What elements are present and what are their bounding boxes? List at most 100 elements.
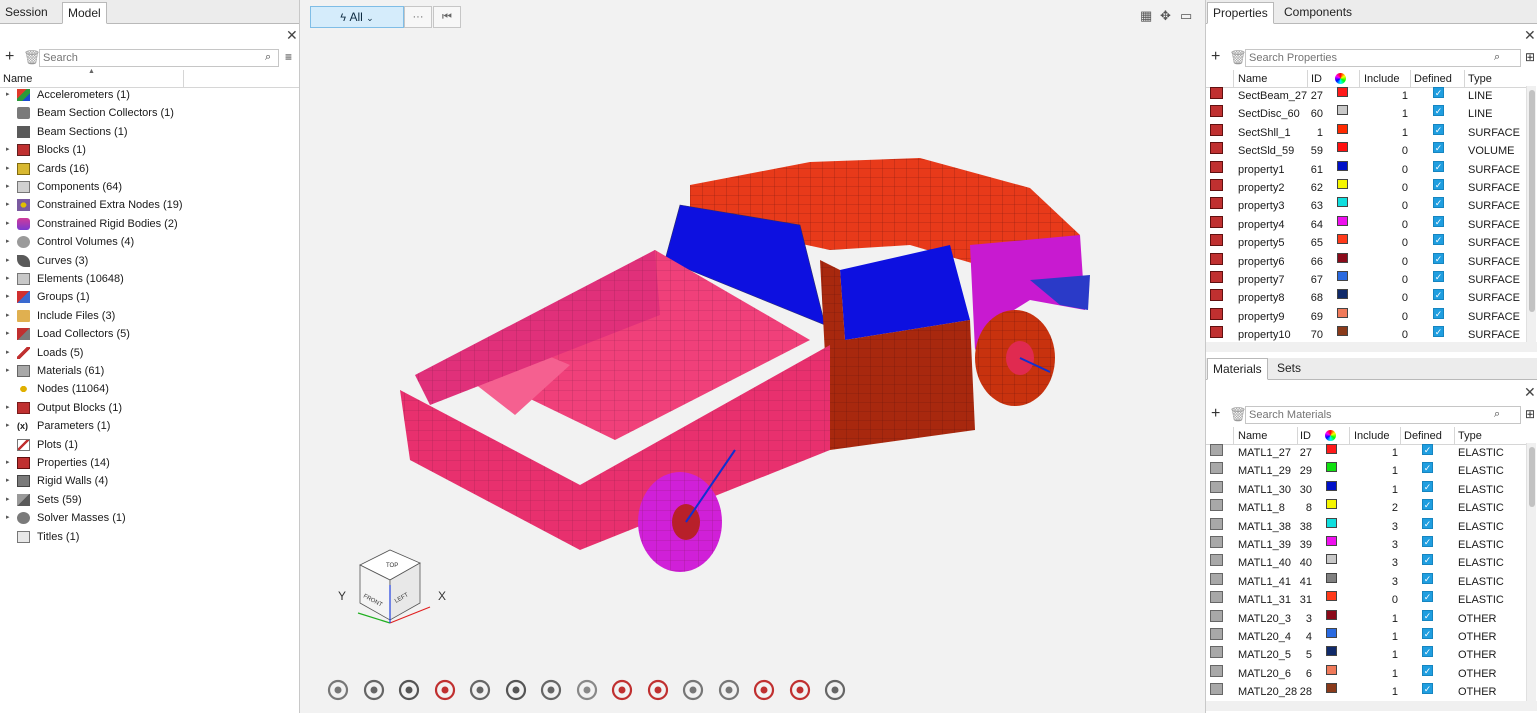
expand-arrow-icon[interactable]: ▸	[6, 141, 10, 159]
add-icon[interactable]: +	[5, 49, 14, 65]
expand-arrow-icon[interactable]: ▸	[6, 472, 10, 490]
defined-checkbox[interactable]: ✓	[1433, 234, 1444, 246]
defined-checkbox[interactable]: ✓	[1433, 105, 1444, 117]
materials-scrollbar[interactable]	[1526, 443, 1536, 701]
color-swatch[interactable]	[1337, 123, 1348, 134]
table-row[interactable]: MATL20_28 28 1 ✓ OTHER	[1206, 683, 1526, 701]
tree-item[interactable]: ▸ (x) Parameters (1)	[0, 417, 298, 435]
color-swatch[interactable]	[1326, 462, 1337, 473]
tree-item[interactable]: ▸ Materials (61)	[0, 362, 298, 380]
table-row[interactable]: MATL1_31 31 0 ✓ ELASTIC	[1206, 591, 1526, 609]
column-include[interactable]: Include	[1354, 430, 1389, 442]
defined-checkbox[interactable]: ✓	[1433, 252, 1444, 264]
expand-arrow-icon[interactable]: ▸	[6, 215, 10, 233]
close-icon[interactable]: ✕	[286, 28, 298, 42]
tab-sets[interactable]: Sets	[1272, 358, 1306, 380]
defined-checkbox[interactable]: ✓	[1422, 536, 1433, 547]
column-config-icon[interactable]: ⊞	[1525, 407, 1535, 421]
color-swatch[interactable]	[1326, 609, 1337, 620]
component-color-icon[interactable]	[574, 677, 602, 705]
expand-arrow-icon[interactable]: ▸	[6, 491, 10, 509]
color-swatch[interactable]	[1326, 517, 1337, 528]
tree-item[interactable]: ▸ Elements (10648)	[0, 270, 298, 288]
table-row[interactable]: MATL1_29 29 1 ✓ ELASTIC	[1206, 462, 1526, 480]
close-icon[interactable]: ✕	[1524, 28, 1536, 42]
defined-checkbox[interactable]: ✓	[1422, 646, 1433, 658]
axis-icon[interactable]	[716, 677, 744, 705]
color-swatch[interactable]	[1326, 683, 1337, 694]
table-row[interactable]: SectDisc_60 60 1 ✓ LINE	[1206, 105, 1526, 123]
expand-arrow-icon[interactable]: ▸	[6, 509, 10, 527]
tree-item[interactable]: ▸ Load Collectors (5)	[0, 325, 298, 343]
defined-checkbox[interactable]: ✓	[1433, 197, 1444, 209]
window-icon[interactable]: ▭	[1180, 8, 1192, 24]
color-swatch[interactable]	[1337, 326, 1348, 337]
tree-item[interactable]: ▸ Loads (5)	[0, 344, 298, 362]
close-icon[interactable]: ✕	[1524, 385, 1536, 399]
defined-checkbox[interactable]: ✓	[1433, 160, 1444, 172]
table-row[interactable]: SectBeam_27 27 1 ✓ LINE	[1206, 87, 1526, 105]
table-row[interactable]: property9 69 0 ✓ SURFACE	[1206, 307, 1526, 326]
expand-arrow-icon[interactable]: ▸	[6, 288, 10, 306]
defined-checkbox[interactable]: ✓	[1433, 326, 1444, 338]
color-swatch[interactable]	[1326, 480, 1337, 491]
table-row[interactable]: property2 62 0 ✓ SURFACE	[1206, 179, 1526, 197]
color-wheel-icon[interactable]	[1335, 73, 1346, 84]
defined-checkbox[interactable]: ✓	[1433, 87, 1444, 98]
tree-item[interactable]: ▸ Solver Masses (1)	[0, 509, 298, 527]
tree-item[interactable]: Titles (1)	[0, 528, 298, 546]
table-row[interactable]: SectSld_59 59 0 ✓ VOLUME	[1206, 142, 1526, 160]
defined-checkbox[interactable]: ✓	[1422, 683, 1433, 695]
table-row[interactable]: property1 61 0 ✓ SURFACE	[1206, 160, 1526, 179]
color-swatch[interactable]	[1337, 179, 1348, 189]
materials-h-scrollbar[interactable]	[1206, 701, 1537, 711]
color-swatch[interactable]	[1337, 87, 1348, 97]
layout-icon[interactable]: ▦	[1140, 8, 1152, 24]
filter-icon[interactable]: ≡	[285, 50, 292, 64]
table-row[interactable]: MATL20_3 3 1 ✓ OTHER	[1206, 609, 1526, 628]
color-swatch[interactable]	[1337, 160, 1348, 171]
tree-item[interactable]: ▸ Curves (3)	[0, 252, 298, 270]
column-name[interactable]: Name	[1238, 430, 1267, 442]
table-row[interactable]: MATL20_6 6 1 ✓ OTHER	[1206, 664, 1526, 683]
ghost-icon[interactable]	[680, 677, 708, 705]
column-id[interactable]: ID	[1311, 73, 1322, 85]
tree-item[interactable]: Plots (1)	[0, 436, 298, 454]
color-swatch[interactable]	[1326, 536, 1337, 546]
more-options-button[interactable]: ···	[404, 6, 432, 28]
column-name[interactable]: Name	[1238, 73, 1267, 85]
tree-item[interactable]: ▸ Sets (59)	[0, 491, 298, 509]
table-row[interactable]: property3 63 0 ✓ SURFACE	[1206, 197, 1526, 215]
color-swatch[interactable]	[1326, 499, 1337, 510]
defined-checkbox[interactable]: ✓	[1422, 499, 1433, 511]
color-swatch[interactable]	[1337, 234, 1348, 245]
expand-arrow-icon[interactable]: ▸	[6, 196, 10, 214]
defined-checkbox[interactable]: ✓	[1422, 572, 1433, 584]
table-row[interactable]: MATL1_39 39 3 ✓ ELASTIC	[1206, 536, 1526, 554]
tree-item[interactable]: ▸ Control Volumes (4)	[0, 233, 298, 251]
defined-checkbox[interactable]: ✓	[1433, 215, 1444, 227]
table-row[interactable]: SectShll_1 1 1 ✓ SURFACE	[1206, 123, 1526, 142]
focus-icon[interactable]	[432, 677, 460, 705]
tree-item[interactable]: ▸ Include Files (3)	[0, 307, 298, 325]
table-row[interactable]: property5 65 0 ✓ SURFACE	[1206, 234, 1526, 252]
camera-icon[interactable]	[467, 677, 495, 705]
color-swatch[interactable]	[1326, 664, 1337, 675]
table-row[interactable]: MATL20_4 4 1 ✓ OTHER	[1206, 628, 1526, 646]
tab-model[interactable]: Model	[62, 2, 107, 24]
column-include[interactable]: Include	[1364, 73, 1399, 85]
table-row[interactable]: MATL1_38 38 3 ✓ ELASTIC	[1206, 517, 1526, 536]
tree-item[interactable]: ▸ Properties (14)	[0, 454, 298, 472]
tab-materials[interactable]: Materials	[1207, 358, 1268, 380]
tree-item[interactable]: Beam Section Collectors (1)	[0, 104, 298, 122]
table-row[interactable]: property7 67 0 ✓ SURFACE	[1206, 271, 1526, 289]
truck-mesh-model[interactable]	[390, 150, 1100, 580]
defined-checkbox[interactable]: ✓	[1433, 123, 1444, 135]
tree-item[interactable]: ▸ Components (64)	[0, 178, 298, 196]
globe-icon[interactable]	[361, 677, 389, 705]
table-row[interactable]: MATL1_41 41 3 ✓ ELASTIC	[1206, 572, 1526, 591]
expand-arrow-icon[interactable]: ▸	[6, 399, 10, 417]
scroll-thumb[interactable]	[1529, 90, 1535, 312]
mesh-icon[interactable]	[787, 677, 815, 705]
color-swatch[interactable]	[1326, 646, 1337, 657]
